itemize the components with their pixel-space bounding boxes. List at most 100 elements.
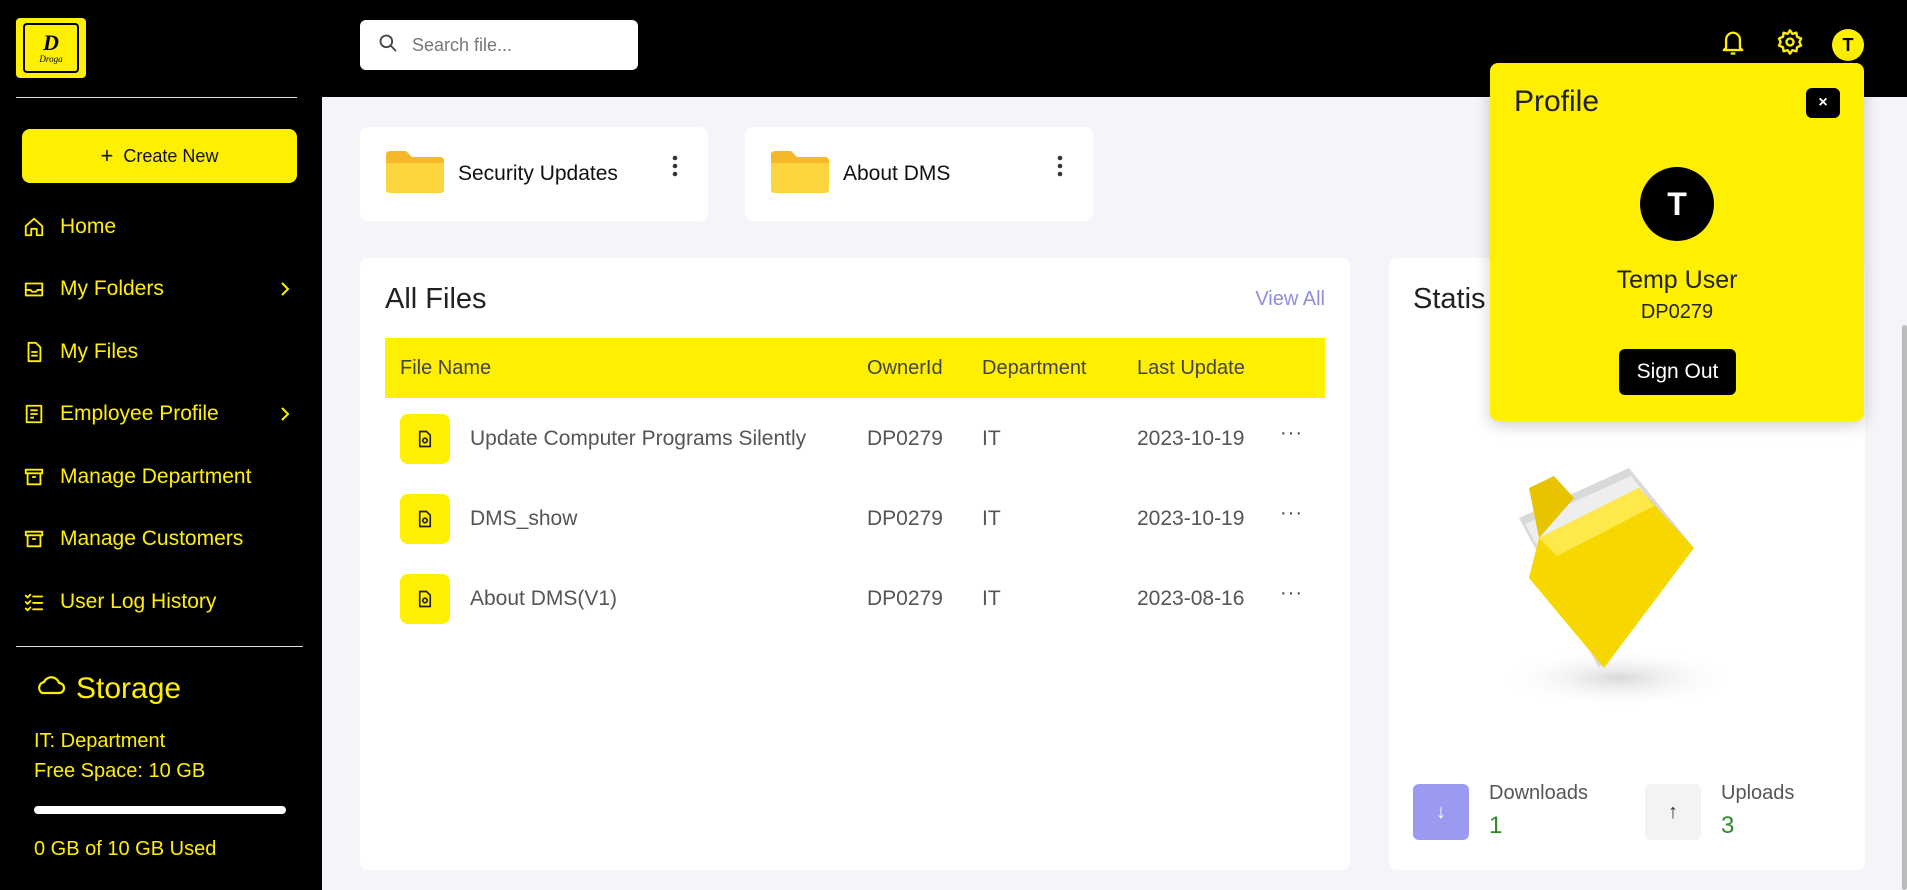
storage-free-space: Free Space: 10 GB bbox=[34, 760, 206, 782]
user-avatar-button[interactable]: T bbox=[1832, 29, 1864, 61]
folder-card[interactable]: Security Updates bbox=[360, 127, 708, 221]
statistics-title: Statis bbox=[1413, 283, 1486, 315]
logo-word: Droga bbox=[39, 54, 63, 64]
downloads-value: 1 bbox=[1489, 812, 1503, 839]
all-files-panel: All Files View All File Name OwnerId Dep… bbox=[360, 258, 1350, 870]
chevron-right-icon bbox=[273, 277, 297, 301]
column-header-owner-id[interactable]: OwnerId bbox=[867, 357, 943, 380]
gear-icon[interactable] bbox=[1774, 26, 1806, 58]
file-updated: 2023-08-16 bbox=[1137, 587, 1245, 610]
document-icon bbox=[400, 574, 450, 624]
file-name[interactable]: Update Computer Programs Silently bbox=[470, 427, 806, 451]
sidebar-item-label: Employee Profile bbox=[60, 402, 219, 425]
list-check-icon bbox=[22, 590, 46, 614]
storage-used-text: 0 GB of 10 GB Used bbox=[34, 838, 217, 860]
sidebar-divider-top bbox=[16, 97, 297, 98]
close-button[interactable]: × bbox=[1806, 88, 1840, 118]
table-row[interactable]: About DMS(V1) DP0279 IT 2023-08-16 ··· bbox=[385, 568, 1325, 628]
folder-illustration bbox=[1479, 428, 1739, 733]
sidebar-item-label: Manage Department bbox=[60, 465, 252, 488]
table-header: File Name OwnerId Department Last Update bbox=[385, 338, 1325, 398]
all-files-title: All Files bbox=[385, 283, 487, 315]
storage-progress-bar bbox=[34, 806, 286, 814]
file-owner: DP0279 bbox=[867, 507, 943, 530]
sidebar-item-home[interactable]: Home bbox=[22, 207, 297, 247]
folder-icon bbox=[384, 149, 446, 200]
page-scrollbar[interactable] bbox=[1902, 325, 1907, 890]
logo-mark: D Droga bbox=[23, 23, 79, 73]
sidebar-item-user-log-history[interactable]: User Log History bbox=[22, 582, 297, 622]
folder-icon bbox=[769, 149, 831, 200]
plus-icon: + bbox=[100, 143, 114, 168]
table-row[interactable]: DMS_show DP0279 IT 2023-10-19 ··· bbox=[385, 488, 1325, 548]
archive-icon bbox=[22, 465, 46, 489]
search-input[interactable] bbox=[412, 34, 632, 56]
file-department: IT bbox=[982, 427, 1001, 450]
sidebar-item-label: Manage Customers bbox=[60, 527, 244, 550]
bell-icon[interactable] bbox=[1717, 26, 1749, 58]
storage-heading: Storage bbox=[34, 672, 181, 706]
folder-name: Security Updates bbox=[458, 162, 618, 185]
search-bar[interactable] bbox=[360, 20, 638, 70]
file-updated: 2023-10-19 bbox=[1137, 427, 1245, 450]
more-vertical-icon[interactable] bbox=[1057, 155, 1063, 182]
file-department: IT bbox=[982, 587, 1001, 610]
file-icon bbox=[22, 340, 46, 364]
logo-letter: D bbox=[43, 30, 59, 55]
column-header-last-update[interactable]: Last Update bbox=[1137, 357, 1245, 380]
view-all-link[interactable]: View All bbox=[1255, 288, 1325, 311]
profile-name: Temp User bbox=[1616, 266, 1738, 294]
home-icon bbox=[22, 215, 46, 239]
file-owner: DP0279 bbox=[867, 427, 943, 450]
sidebar-item-label: My Folders bbox=[60, 277, 164, 300]
more-horizontal-icon[interactable]: ··· bbox=[1280, 582, 1303, 605]
sidebar: D Droga + Create New Home My Folders My … bbox=[0, 0, 322, 890]
folder-card[interactable]: About DMS bbox=[745, 127, 1093, 221]
cloud-icon bbox=[34, 672, 66, 706]
sidebar-item-my-files[interactable]: My Files bbox=[22, 332, 297, 372]
profile-popup: Profile × T Temp User DP0279 Sign Out bbox=[1490, 63, 1864, 421]
file-owner: DP0279 bbox=[867, 587, 943, 610]
uploads-value: 3 bbox=[1721, 812, 1735, 839]
profile-avatar: T bbox=[1640, 167, 1714, 241]
sidebar-item-label: User Log History bbox=[60, 590, 217, 613]
file-name[interactable]: About DMS(V1) bbox=[470, 587, 617, 611]
folder-outline-icon bbox=[22, 277, 46, 301]
more-vertical-icon[interactable] bbox=[672, 155, 678, 182]
create-new-button[interactable]: + Create New bbox=[22, 129, 297, 183]
file-name[interactable]: DMS_show bbox=[470, 507, 577, 531]
sidebar-item-manage-customers[interactable]: Manage Customers bbox=[22, 519, 297, 559]
document-icon bbox=[400, 414, 450, 464]
storage-title: Storage bbox=[76, 672, 182, 705]
table-row[interactable]: Update Computer Programs Silently DP0279… bbox=[385, 408, 1325, 468]
sign-out-button[interactable]: Sign Out bbox=[1619, 349, 1736, 395]
app-logo[interactable]: D Droga bbox=[16, 18, 86, 78]
uploads-label: Uploads bbox=[1721, 782, 1795, 804]
sidebar-item-manage-department[interactable]: Manage Department bbox=[22, 457, 297, 497]
file-department: IT bbox=[982, 507, 1001, 530]
profile-card-icon bbox=[22, 402, 46, 426]
storage-department: IT: Department bbox=[34, 730, 166, 752]
upload-arrow-icon: ↑ bbox=[1645, 784, 1701, 840]
search-icon bbox=[378, 33, 398, 58]
more-horizontal-icon[interactable]: ··· bbox=[1280, 422, 1303, 445]
sidebar-item-label: Home bbox=[60, 215, 117, 238]
sidebar-item-label: My Files bbox=[60, 340, 139, 363]
more-horizontal-icon[interactable]: ··· bbox=[1280, 502, 1303, 525]
column-header-file-name[interactable]: File Name bbox=[400, 357, 491, 380]
close-icon: × bbox=[1818, 94, 1828, 111]
column-header-department[interactable]: Department bbox=[982, 357, 1087, 380]
chevron-right-icon bbox=[273, 402, 297, 426]
folder-name: About DMS bbox=[843, 162, 951, 185]
profile-title: Profile bbox=[1514, 85, 1600, 118]
sidebar-divider-bottom bbox=[16, 646, 303, 647]
sidebar-item-employee-profile[interactable]: Employee Profile bbox=[22, 394, 297, 434]
file-updated: 2023-10-19 bbox=[1137, 507, 1245, 530]
document-icon bbox=[400, 494, 450, 544]
download-arrow-icon: ↓ bbox=[1413, 784, 1469, 840]
profile-id: DP0279 bbox=[1640, 301, 1714, 323]
sidebar-item-my-folders[interactable]: My Folders bbox=[22, 269, 297, 309]
archive-icon bbox=[22, 527, 46, 551]
downloads-label: Downloads bbox=[1489, 782, 1588, 804]
create-new-label: Create New bbox=[123, 145, 219, 166]
